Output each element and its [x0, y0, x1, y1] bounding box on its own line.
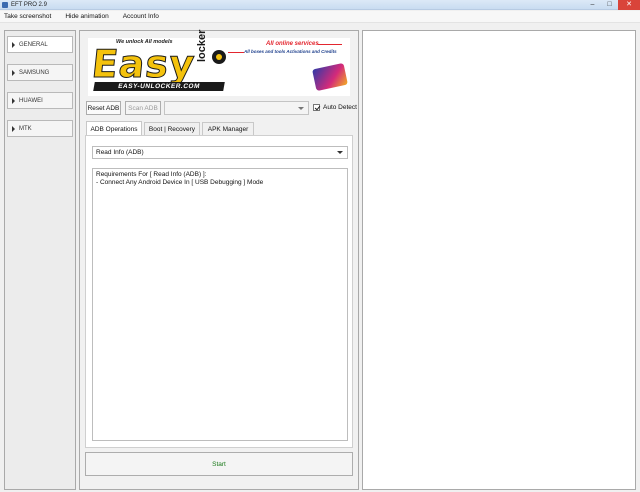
sidebar-item-label: MTK — [19, 125, 32, 132]
sidebar: GENERAL SAMSUNG HUAWEI MTK — [4, 30, 76, 490]
maximize-button[interactable]: □ — [601, 0, 618, 10]
triangle-right-icon — [12, 97, 15, 104]
sidebar-item-label: GENERAL — [19, 41, 48, 48]
menu-hide-animation[interactable]: Hide animation — [65, 11, 108, 23]
banner-services-sub: All boxes and tools Activations and Cred… — [244, 49, 337, 54]
sidebar-item-huawei[interactable]: HUAWEI — [7, 92, 73, 109]
sidebar-item-general[interactable]: GENERAL — [7, 36, 73, 53]
easy-locker-banner: We unlock All models Easy locker EASY-UN… — [88, 30, 350, 96]
auto-detect-checkbox[interactable]: Auto Detect — [313, 104, 357, 111]
banner-divider — [318, 44, 342, 45]
triangle-right-icon — [12, 125, 15, 132]
operation-select-value: Read Info (ADB) — [96, 149, 144, 156]
tab-content-adb-operations: Read Info (ADB) Requirements For [ Read … — [85, 135, 353, 448]
banner-logo-sub: locker — [196, 29, 208, 62]
requirements-title: Requirements For [ Read Info (ADB) ]: — [96, 171, 207, 178]
operation-select[interactable]: Read Info (ADB) — [92, 146, 348, 159]
minimize-button[interactable]: – — [584, 0, 601, 10]
close-button[interactable]: ✕ — [618, 0, 640, 10]
tab-boot-recovery[interactable]: Boot | Recovery — [144, 122, 200, 135]
triangle-right-icon — [12, 69, 15, 76]
window-title: EFT PRO 2.9 — [11, 2, 47, 8]
title-bar: EFT PRO 2.9 – □ ✕ — [0, 0, 640, 10]
requirements-line: - Connect Any Android Device In [ USB De… — [96, 179, 264, 186]
reset-adb-button[interactable]: Reset ADB — [86, 101, 121, 115]
menu-take-screenshot[interactable]: Take screenshot — [4, 11, 51, 23]
sidebar-item-label: HUAWEI — [19, 97, 43, 104]
sidebar-item-mtk[interactable]: MTK — [7, 120, 73, 137]
phone-graphic — [312, 62, 348, 92]
window-controls: – □ ✕ — [584, 0, 640, 10]
output-panel — [362, 30, 636, 490]
menu-bar: Take screenshot Hide animation Account I… — [0, 11, 640, 23]
device-combo[interactable] — [164, 101, 309, 115]
sidebar-item-label: SAMSUNG — [19, 69, 50, 76]
tab-adb-operations[interactable]: ADB Operations — [86, 121, 142, 136]
scan-adb-button[interactable]: Scan ADB — [125, 101, 161, 115]
main-panel: We unlock All models Easy locker EASY-UN… — [79, 30, 359, 490]
checkbox-checked-icon — [313, 104, 320, 111]
banner-services-title: All online services — [266, 41, 319, 47]
app-icon — [2, 2, 8, 8]
tab-apk-manager[interactable]: APK Manager — [202, 122, 254, 135]
auto-detect-label: Auto Detect — [323, 104, 357, 111]
chevron-down-icon — [337, 151, 343, 154]
sidebar-item-samsung[interactable]: SAMSUNG — [7, 64, 73, 81]
banner-domain: EASY-UNLOCKER.COM — [93, 82, 225, 91]
banner-logo: Easy — [89, 42, 198, 87]
banner-divider — [228, 52, 244, 53]
menu-account-info[interactable]: Account Info — [123, 11, 159, 23]
lock-icon — [212, 50, 226, 64]
triangle-right-icon — [12, 41, 15, 48]
requirements-log[interactable]: Requirements For [ Read Info (ADB) ]: - … — [92, 168, 348, 441]
chevron-down-icon — [298, 107, 304, 110]
start-button[interactable]: Start — [85, 452, 353, 476]
